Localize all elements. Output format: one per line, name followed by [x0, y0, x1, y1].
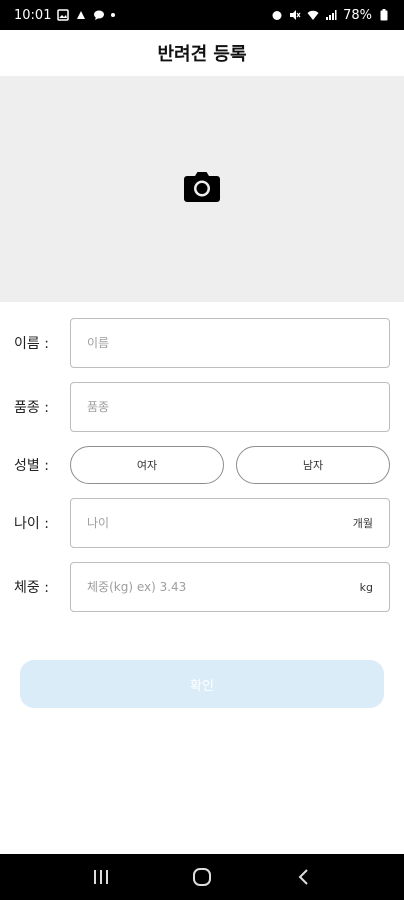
home-icon[interactable] — [182, 857, 222, 897]
age-label: 나이 : — [14, 516, 49, 532]
back-icon[interactable] — [283, 857, 323, 897]
age-input[interactable] — [87, 516, 345, 530]
page-title: 반려견 등록 — [157, 44, 247, 65]
confirm-button[interactable]: 확인 — [20, 660, 384, 708]
gallery-icon — [57, 9, 70, 21]
age-unit: 개월 — [352, 517, 373, 530]
status-bar: 10:01 78% — [0, 0, 404, 30]
mute-icon — [289, 9, 301, 21]
camera-icon[interactable] — [184, 172, 220, 206]
name-field[interactable] — [70, 318, 390, 368]
app-header: 반려견 등록 — [0, 30, 404, 76]
battery-icon — [378, 9, 390, 21]
breed-row: 품종 : — [0, 382, 404, 432]
more-notifications-icon — [111, 13, 116, 17]
age-row: 나이 : 개월 — [0, 498, 404, 548]
breed-field[interactable] — [70, 382, 390, 432]
age-field[interactable]: 개월 — [70, 498, 390, 548]
breed-input[interactable] — [87, 400, 373, 414]
name-input[interactable] — [87, 336, 373, 350]
alarm-icon — [271, 9, 283, 21]
photo-upload-area[interactable] — [0, 76, 404, 302]
name-label: 이름 : — [14, 336, 49, 352]
breed-label: 품종 : — [14, 400, 49, 416]
gender-label: 성별 : — [14, 458, 49, 474]
signal-icon — [325, 9, 337, 21]
female-button[interactable]: 여자 — [70, 446, 224, 484]
weight-field[interactable]: kg — [70, 562, 390, 612]
status-time: 10:01 — [14, 7, 52, 23]
weight-input[interactable] — [87, 580, 352, 594]
battery-percent: 78% — [343, 7, 372, 23]
male-button[interactable]: 남자 — [236, 446, 390, 484]
gender-row: 성별 : 여자 남자 — [0, 446, 404, 484]
weight-label: 체중 : — [14, 580, 49, 596]
notification-icon — [75, 9, 87, 21]
chat-icon — [93, 9, 105, 21]
system-nav-bar — [0, 854, 404, 900]
weight-unit: kg — [359, 580, 373, 594]
recent-apps-icon[interactable] — [81, 857, 121, 897]
name-row: 이름 : — [0, 318, 404, 368]
wifi-icon — [307, 9, 319, 21]
weight-row: 체중 : kg — [0, 562, 404, 612]
